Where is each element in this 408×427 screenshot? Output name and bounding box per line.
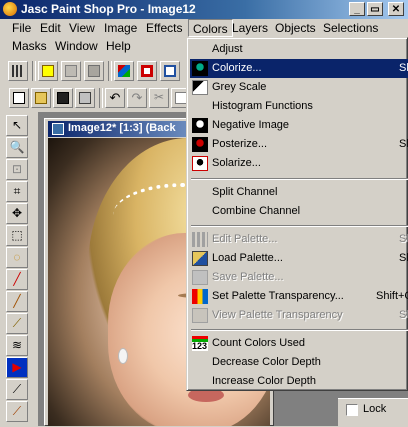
menu-item-negative-image[interactable]: Negative Image [190, 116, 408, 135]
toolbar-toggle-button[interactable] [8, 61, 28, 81]
menu-image[interactable]: Image [104, 21, 137, 35]
menu-masks[interactable]: Masks [12, 39, 47, 53]
view-transparency-icon [192, 308, 208, 323]
photo-earring [118, 348, 128, 364]
menu-item-histogram-functions[interactable]: Histogram Functions [190, 97, 408, 116]
yellow-swatch-button[interactable] [38, 61, 58, 81]
save-palette-icon [192, 270, 208, 285]
menu-bar: File Edit View Image Effects Colors Laye… [0, 19, 408, 37]
document-icon[interactable] [52, 123, 64, 135]
toolbar-standard: ↶ ↷ ✂ [0, 86, 191, 112]
posterize-icon [192, 137, 208, 152]
menu-item-colorize[interactable]: Colorize... Sh [190, 59, 408, 78]
layer-button[interactable] [160, 61, 180, 81]
document-title: Image12* [1:3] (Back [68, 122, 176, 134]
lock-label: Lock [363, 403, 387, 415]
tool-palette: ↖ 🔍 ⊡ ⌗ ✥ ⬚ ◌ ╱ ╱ ⟋ ≋ ▶ ⟋ ⟋ [2, 112, 36, 426]
menu-item-adjust[interactable]: Adjust [190, 40, 408, 59]
shape-button[interactable] [61, 61, 81, 81]
redo-icon[interactable]: ↷ [127, 88, 147, 108]
crop-tool-icon[interactable]: ⌗ [6, 181, 28, 202]
menu-separator [191, 225, 408, 227]
cut-icon[interactable]: ✂ [149, 88, 169, 108]
grey-swatch-button[interactable] [84, 61, 104, 81]
dropper-tool-icon[interactable]: ╱ [6, 269, 28, 290]
selection-tool-icon[interactable]: ⬚ [6, 225, 28, 246]
move-tool-icon[interactable]: ✥ [6, 203, 28, 224]
menu-window[interactable]: Window [55, 39, 98, 53]
menu-item-view-palette-transparency: View Palette Transparency Sh [190, 306, 408, 325]
arrow-tool-icon[interactable]: ↖ [6, 115, 28, 136]
menu-layers[interactable]: Layers [232, 21, 268, 35]
restore-button[interactable]: ▭ [367, 2, 383, 16]
zoom-tool-icon[interactable]: 🔍 [6, 137, 28, 158]
menu-separator [191, 178, 408, 180]
color-replacer-tool-icon[interactable]: ≋ [6, 335, 28, 356]
open-folder-icon[interactable] [31, 88, 51, 108]
frame-button[interactable] [137, 61, 157, 81]
lasso-tool-icon[interactable]: ◌ [6, 247, 28, 268]
menu-item-increase-color-depth[interactable]: Increase Color Depth [190, 372, 408, 391]
menu-help[interactable]: Help [106, 39, 131, 53]
picture-tube-tool-icon[interactable]: ⟋ [6, 401, 28, 422]
lock-checkbox[interactable] [346, 404, 358, 416]
menu-item-combine-channel[interactable]: Combine Channel [190, 202, 408, 221]
color-palette-button[interactable] [114, 61, 134, 81]
eraser-tool-icon[interactable]: ⟋ [6, 379, 28, 400]
edit-palette-icon [192, 232, 208, 247]
menu-item-decrease-color-depth[interactable]: Decrease Color Depth [190, 353, 408, 372]
greyscale-icon [192, 80, 208, 95]
menu-item-set-palette-transparency[interactable]: Set Palette Transparency... Shift+C [190, 287, 408, 306]
menu-colors[interactable]: Colors [188, 19, 233, 37]
menu-item-grey-scale[interactable]: Grey Scale [190, 78, 408, 97]
menu-file[interactable]: File [12, 21, 31, 35]
load-palette-icon [192, 251, 208, 266]
close-button[interactable]: ✕ [388, 2, 404, 16]
menu-objects[interactable]: Objects [275, 21, 316, 35]
menu-effects[interactable]: Effects [146, 21, 182, 35]
menu-item-solarize[interactable]: Solarize... [190, 154, 408, 173]
undo-icon[interactable]: ↶ [105, 88, 125, 108]
menu-edit[interactable]: Edit [40, 21, 61, 35]
menu-selections[interactable]: Selections [323, 21, 378, 35]
title-bar: Jasc Paint Shop Pro - Image12 _ ▭ ✕ [0, 0, 408, 19]
print-icon[interactable] [75, 88, 95, 108]
toolbar-top [0, 58, 190, 86]
negative-icon [192, 118, 208, 133]
menu-separator [191, 329, 408, 331]
save-disk-icon[interactable] [53, 88, 73, 108]
minimize-button[interactable]: _ [349, 2, 365, 16]
colorize-icon [192, 61, 208, 76]
menu-item-split-channel[interactable]: Split Channel [190, 183, 408, 202]
menu-view[interactable]: View [69, 21, 95, 35]
new-file-icon[interactable] [9, 88, 29, 108]
deform-tool-icon[interactable]: ⊡ [6, 159, 28, 180]
app-icon[interactable] [3, 2, 17, 16]
menu-item-edit-palette: Edit Palette... Sh [190, 230, 408, 249]
colors-menu: Adjust Colorize... Sh Grey Scale Histogr… [186, 37, 408, 391]
menu-item-posterize[interactable]: Posterize... Sh [190, 135, 408, 154]
count-colors-icon: 123 [192, 336, 208, 351]
menu-item-load-palette[interactable]: Load Palette... Sh [190, 249, 408, 268]
menu-item-save-palette: Save Palette... [190, 268, 408, 287]
paintbrush-tool-icon[interactable]: ╱ [6, 291, 28, 312]
window-title: Jasc Paint Shop Pro - Image12 [21, 2, 196, 16]
solarize-icon [192, 156, 208, 171]
retouch-tool-icon[interactable]: ▶ [6, 357, 28, 378]
palette-transparency-icon [192, 289, 208, 304]
menu-item-count-colors-used[interactable]: 123 Count Colors Used [190, 334, 408, 353]
clone-brush-tool-icon[interactable]: ⟋ [6, 313, 28, 334]
